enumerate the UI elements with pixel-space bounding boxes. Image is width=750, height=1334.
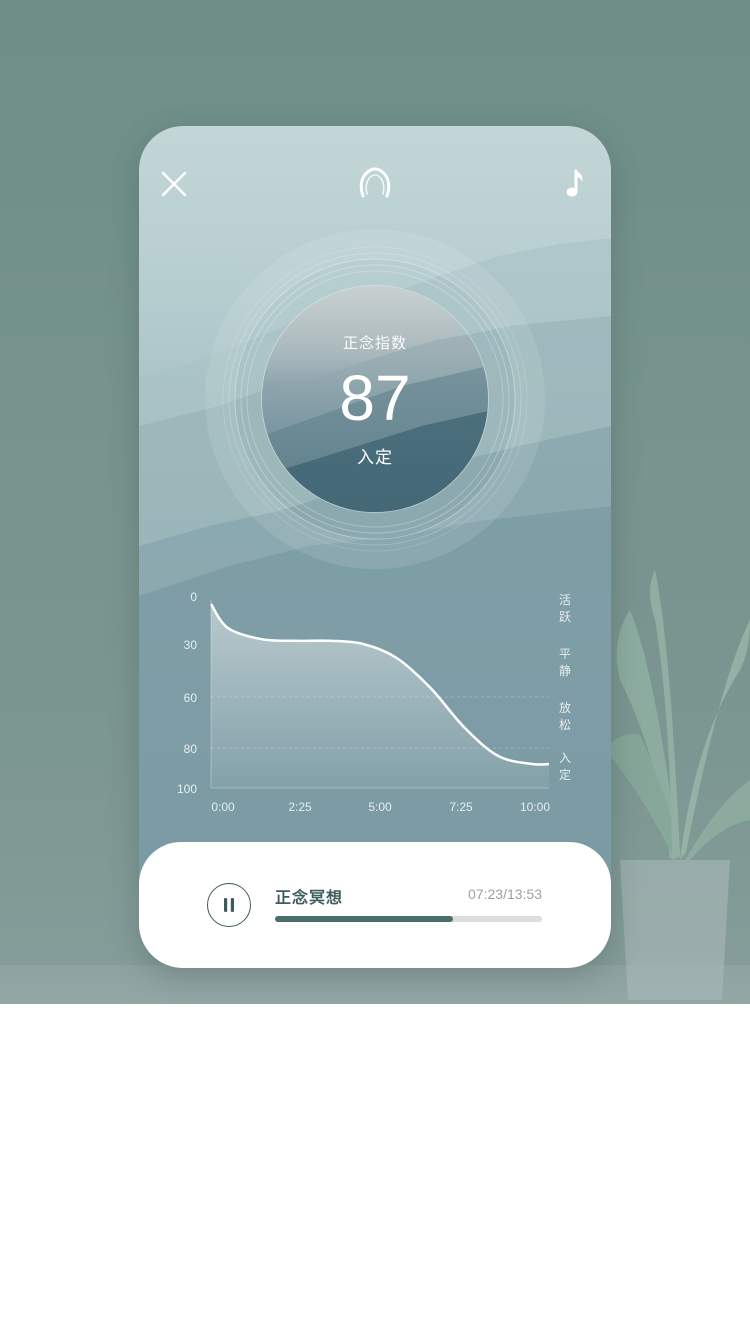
chart-area xyxy=(211,604,549,788)
headphones-icon xyxy=(359,167,391,198)
track-title: 正念冥想 xyxy=(275,888,344,907)
score-circle: 正念指数 87 入定 xyxy=(262,286,488,512)
mindfulness-score: 正念指数 87 入定 xyxy=(250,274,500,524)
chart-y-tick: 80 xyxy=(184,742,198,756)
mindfulness-chart: 0 30 60 80 100 0:00 2:25 5:00 7:25 10:00 活跃平静放松入定 xyxy=(177,590,571,814)
score-title: 正念指数 xyxy=(342,334,407,352)
chart-zone-label: 活跃 xyxy=(559,593,571,624)
chart-zone-label: 平静 xyxy=(559,647,571,678)
chart-zone-label: 放松 xyxy=(559,700,571,732)
meditation-card: 正念指数 87 入定 0 30 60 80 100 0:00 2:25 5:00 7:25 10:… xyxy=(139,126,611,968)
chart-zone-label: 入定 xyxy=(559,751,571,782)
chart-x-tick: 10:00 xyxy=(520,800,550,814)
chart-x-tick: 2:25 xyxy=(288,800,312,814)
track-time: 07:23/13:53 xyxy=(468,886,542,902)
music-note-icon xyxy=(566,169,583,197)
progress-fill xyxy=(275,916,454,922)
chart-y-tick: 100 xyxy=(177,782,197,796)
progress-bar[interactable] xyxy=(275,916,542,922)
chart-y-tick: 0 xyxy=(190,590,197,604)
close-button[interactable] xyxy=(154,164,194,204)
close-icon xyxy=(161,171,187,197)
chart-x-tick: 7:25 xyxy=(449,800,473,814)
chart-y-tick: 30 xyxy=(184,638,198,652)
chart-y-tick: 60 xyxy=(184,691,198,705)
pause-icon xyxy=(224,898,234,912)
score-value: 87 xyxy=(339,362,411,434)
chart-x-tick: 0:00 xyxy=(211,800,235,814)
player-bar: 正念冥想 07:23/13:53 xyxy=(139,842,611,968)
plant-illustration xyxy=(605,570,750,1000)
headphones-button[interactable] xyxy=(355,164,395,204)
pause-button[interactable] xyxy=(207,883,251,927)
score-state: 入定 xyxy=(357,448,393,468)
music-button[interactable] xyxy=(556,164,596,204)
chart-x-tick: 5:00 xyxy=(368,800,392,814)
